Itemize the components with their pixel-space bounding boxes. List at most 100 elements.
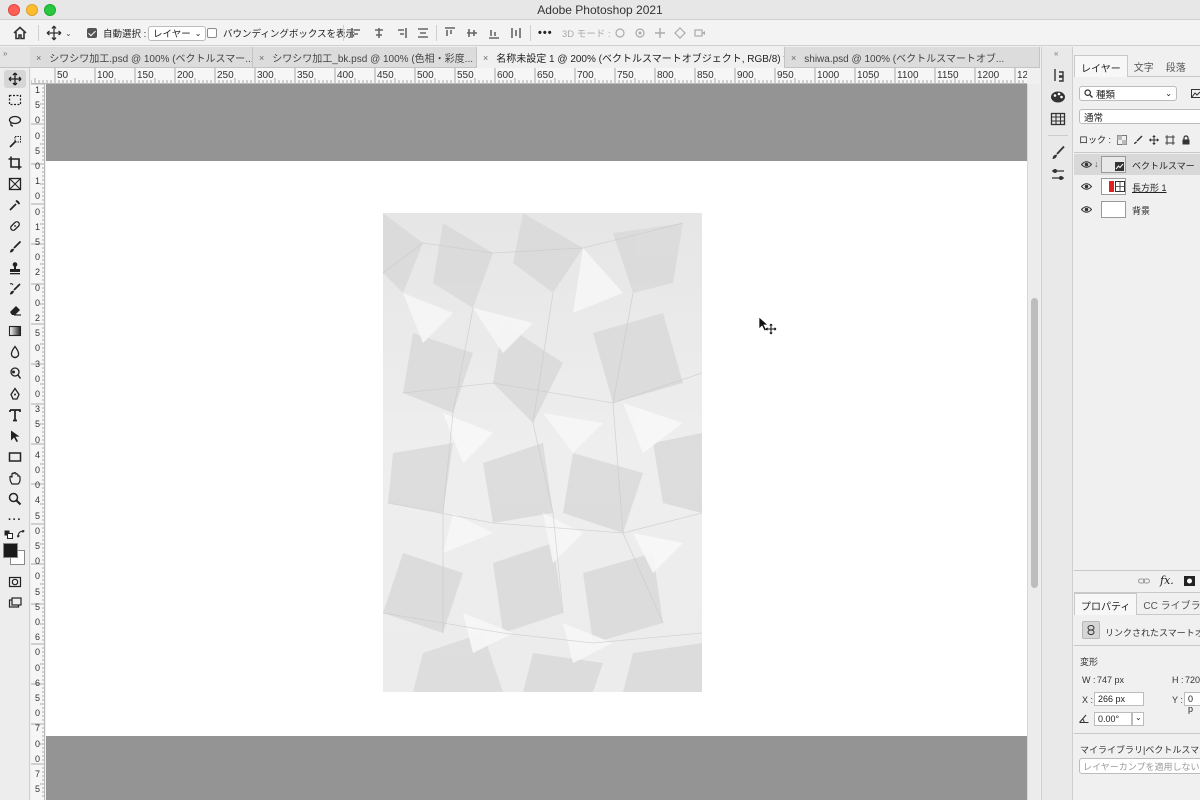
adjustments-panel-icon[interactable] (1050, 167, 1066, 183)
align-right-edges-icon[interactable] (395, 27, 407, 39)
gradient-tool[interactable] (4, 322, 26, 340)
angle-dropdown-button[interactable]: ⌄ (1132, 712, 1144, 726)
document-tab[interactable]: × シワシワ加工_bk.psd @ 100% (色相・彩度... (253, 47, 477, 68)
close-tab-icon[interactable]: × (36, 53, 41, 63)
lock-position-icon[interactable] (1149, 134, 1159, 145)
layer-row-rectangle[interactable]: 長方形 1 (1074, 176, 1200, 197)
add-mask-icon[interactable] (1183, 575, 1195, 586)
dodge-tool[interactable] (4, 364, 26, 382)
layer-row-smart-object[interactable]: ↓ ベクトルスマー (1074, 154, 1200, 175)
slide-3d-icon[interactable] (674, 27, 686, 39)
document-tab[interactable]: × シワシワ加工.psd @ 100% (ベクトルスマー... (30, 47, 253, 68)
pen-tool[interactable] (4, 385, 26, 403)
visibility-eye-icon[interactable] (1081, 181, 1092, 192)
collapse-panels-icon[interactable]: « (1054, 49, 1058, 58)
marquee-tool[interactable] (4, 91, 26, 109)
move-tool-preset[interactable]: ⌄ (46, 20, 72, 46)
distribute-vertical-icon[interactable] (417, 27, 429, 39)
close-tab-icon[interactable]: × (791, 53, 796, 63)
lock-all-icon[interactable] (1181, 134, 1191, 145)
distribute-horizontal-icon[interactable] (510, 27, 522, 39)
rectangle-marquee-icon (8, 94, 22, 106)
brushes-panel-icon[interactable] (1050, 145, 1066, 161)
hand-tool[interactable] (4, 469, 26, 487)
blend-mode-dropdown[interactable]: 通常 (1079, 109, 1200, 124)
type-tool[interactable] (4, 406, 26, 424)
align-left-edges-icon[interactable] (351, 27, 363, 39)
default-colors-icon[interactable] (4, 530, 13, 539)
visibility-eye-icon[interactable] (1081, 204, 1092, 215)
layer-row-background[interactable]: 背景 (1074, 199, 1200, 220)
zoom-tool[interactable] (4, 490, 26, 508)
vertical-scrollbar[interactable] (1027, 84, 1040, 800)
brush-tool[interactable] (4, 238, 26, 256)
layers-panel-tabs: レイヤー 文字 段落 (1074, 55, 1200, 77)
orbit-3d-icon[interactable] (614, 27, 626, 39)
close-tab-icon[interactable]: × (483, 53, 488, 63)
auto-select-target-dropdown[interactable]: レイヤー ⌄ (148, 25, 207, 41)
shape-layer-icon (1115, 181, 1125, 192)
scrollbar-thumb[interactable] (1031, 298, 1038, 588)
crop-tool[interactable] (4, 154, 26, 172)
tab-character[interactable]: 文字 (1128, 55, 1160, 77)
tab-properties[interactable]: プロパティ (1074, 593, 1138, 615)
roll-3d-icon[interactable] (634, 27, 646, 39)
link-layers-icon[interactable] (1138, 576, 1150, 586)
color-panel-icon[interactable] (1050, 89, 1066, 105)
lock-artboard-icon[interactable] (1165, 134, 1176, 145)
canvas-area[interactable] (46, 84, 1027, 800)
width-value[interactable]: 747 px (1097, 675, 1124, 685)
panel-collapse-toggle[interactable]: » (0, 47, 30, 68)
lock-image-pixels-icon[interactable] (1133, 135, 1143, 145)
history-panel-icon[interactable] (1050, 67, 1066, 83)
healing-brush-tool[interactable] (4, 217, 26, 235)
close-tab-icon[interactable]: × (259, 53, 264, 63)
history-brush-tool[interactable] (4, 280, 26, 298)
tab-cc-libraries[interactable]: CC ライブラリ (1137, 593, 1200, 615)
auto-select-checkbox[interactable] (87, 28, 97, 38)
more-options-button[interactable]: ••• (538, 20, 553, 46)
y-position-field[interactable]: 0 p (1184, 692, 1200, 714)
tab-layers[interactable]: レイヤー (1074, 55, 1128, 77)
move-tool[interactable] (4, 70, 26, 88)
edit-toolbar-button[interactable]: ··· (4, 511, 26, 529)
eraser-tool[interactable] (4, 301, 26, 319)
document-tab-active[interactable]: × 名称未設定 1 @ 200% (ベクトルスマートオブジェクト, RGB/8)… (477, 47, 785, 68)
rectangle-tool[interactable] (4, 448, 26, 466)
align-top-edges-icon[interactable] (444, 27, 456, 39)
document-tab[interactable]: × shiwa.psd @ 100% (ベクトルスマートオブ... (785, 47, 1040, 68)
swap-colors-icon[interactable] (17, 530, 26, 539)
lasso-tool[interactable] (4, 112, 26, 130)
screen-mode-button[interactable] (4, 594, 26, 612)
layer-style-button[interactable]: fx. (1160, 574, 1174, 587)
object-selection-tool[interactable] (4, 133, 26, 151)
layer-comp-dropdown[interactable]: レイヤーカンプを適用しない (1079, 758, 1200, 774)
path-selection-tool[interactable] (4, 427, 26, 445)
rotation-angle-field[interactable]: 0.00° (1094, 712, 1132, 726)
swatches-panel-icon[interactable] (1050, 111, 1066, 127)
x-position-field[interactable]: 266 px (1094, 692, 1144, 706)
blur-tool[interactable] (4, 343, 26, 361)
height-value[interactable]: 720 (1185, 675, 1200, 685)
quick-mask-button[interactable] (4, 573, 26, 591)
show-bounding-box-checkbox[interactable] (207, 28, 217, 38)
drag-3d-icon[interactable] (654, 27, 666, 39)
image-filter-icon[interactable] (1191, 89, 1200, 98)
layer-name: 長方形 1 (1132, 183, 1167, 193)
layer-filter-dropdown[interactable]: 種類 ⌄ (1079, 86, 1177, 101)
tab-paragraph[interactable]: 段落 (1160, 55, 1192, 77)
align-vertical-centers-icon[interactable] (466, 27, 478, 39)
align-horizontal-centers-icon[interactable] (373, 27, 385, 39)
eyedropper-tool[interactable] (4, 196, 26, 214)
scale-3d-icon[interactable] (694, 27, 706, 39)
foreground-color-swatch[interactable] (3, 543, 18, 558)
lock-transparent-pixels-icon[interactable] (1117, 134, 1128, 145)
crumpled-paper-image[interactable] (383, 213, 702, 692)
align-bottom-edges-icon[interactable] (488, 27, 500, 39)
clone-stamp-tool[interactable] (4, 259, 26, 277)
frame-tool[interactable] (4, 175, 26, 193)
tab-label: シワシワ加工_bk.psd @ 100% (色相・彩度... (272, 54, 474, 65)
document-canvas[interactable] (46, 161, 1027, 736)
visibility-eye-icon[interactable] (1081, 159, 1092, 170)
home-button[interactable] (12, 20, 28, 46)
